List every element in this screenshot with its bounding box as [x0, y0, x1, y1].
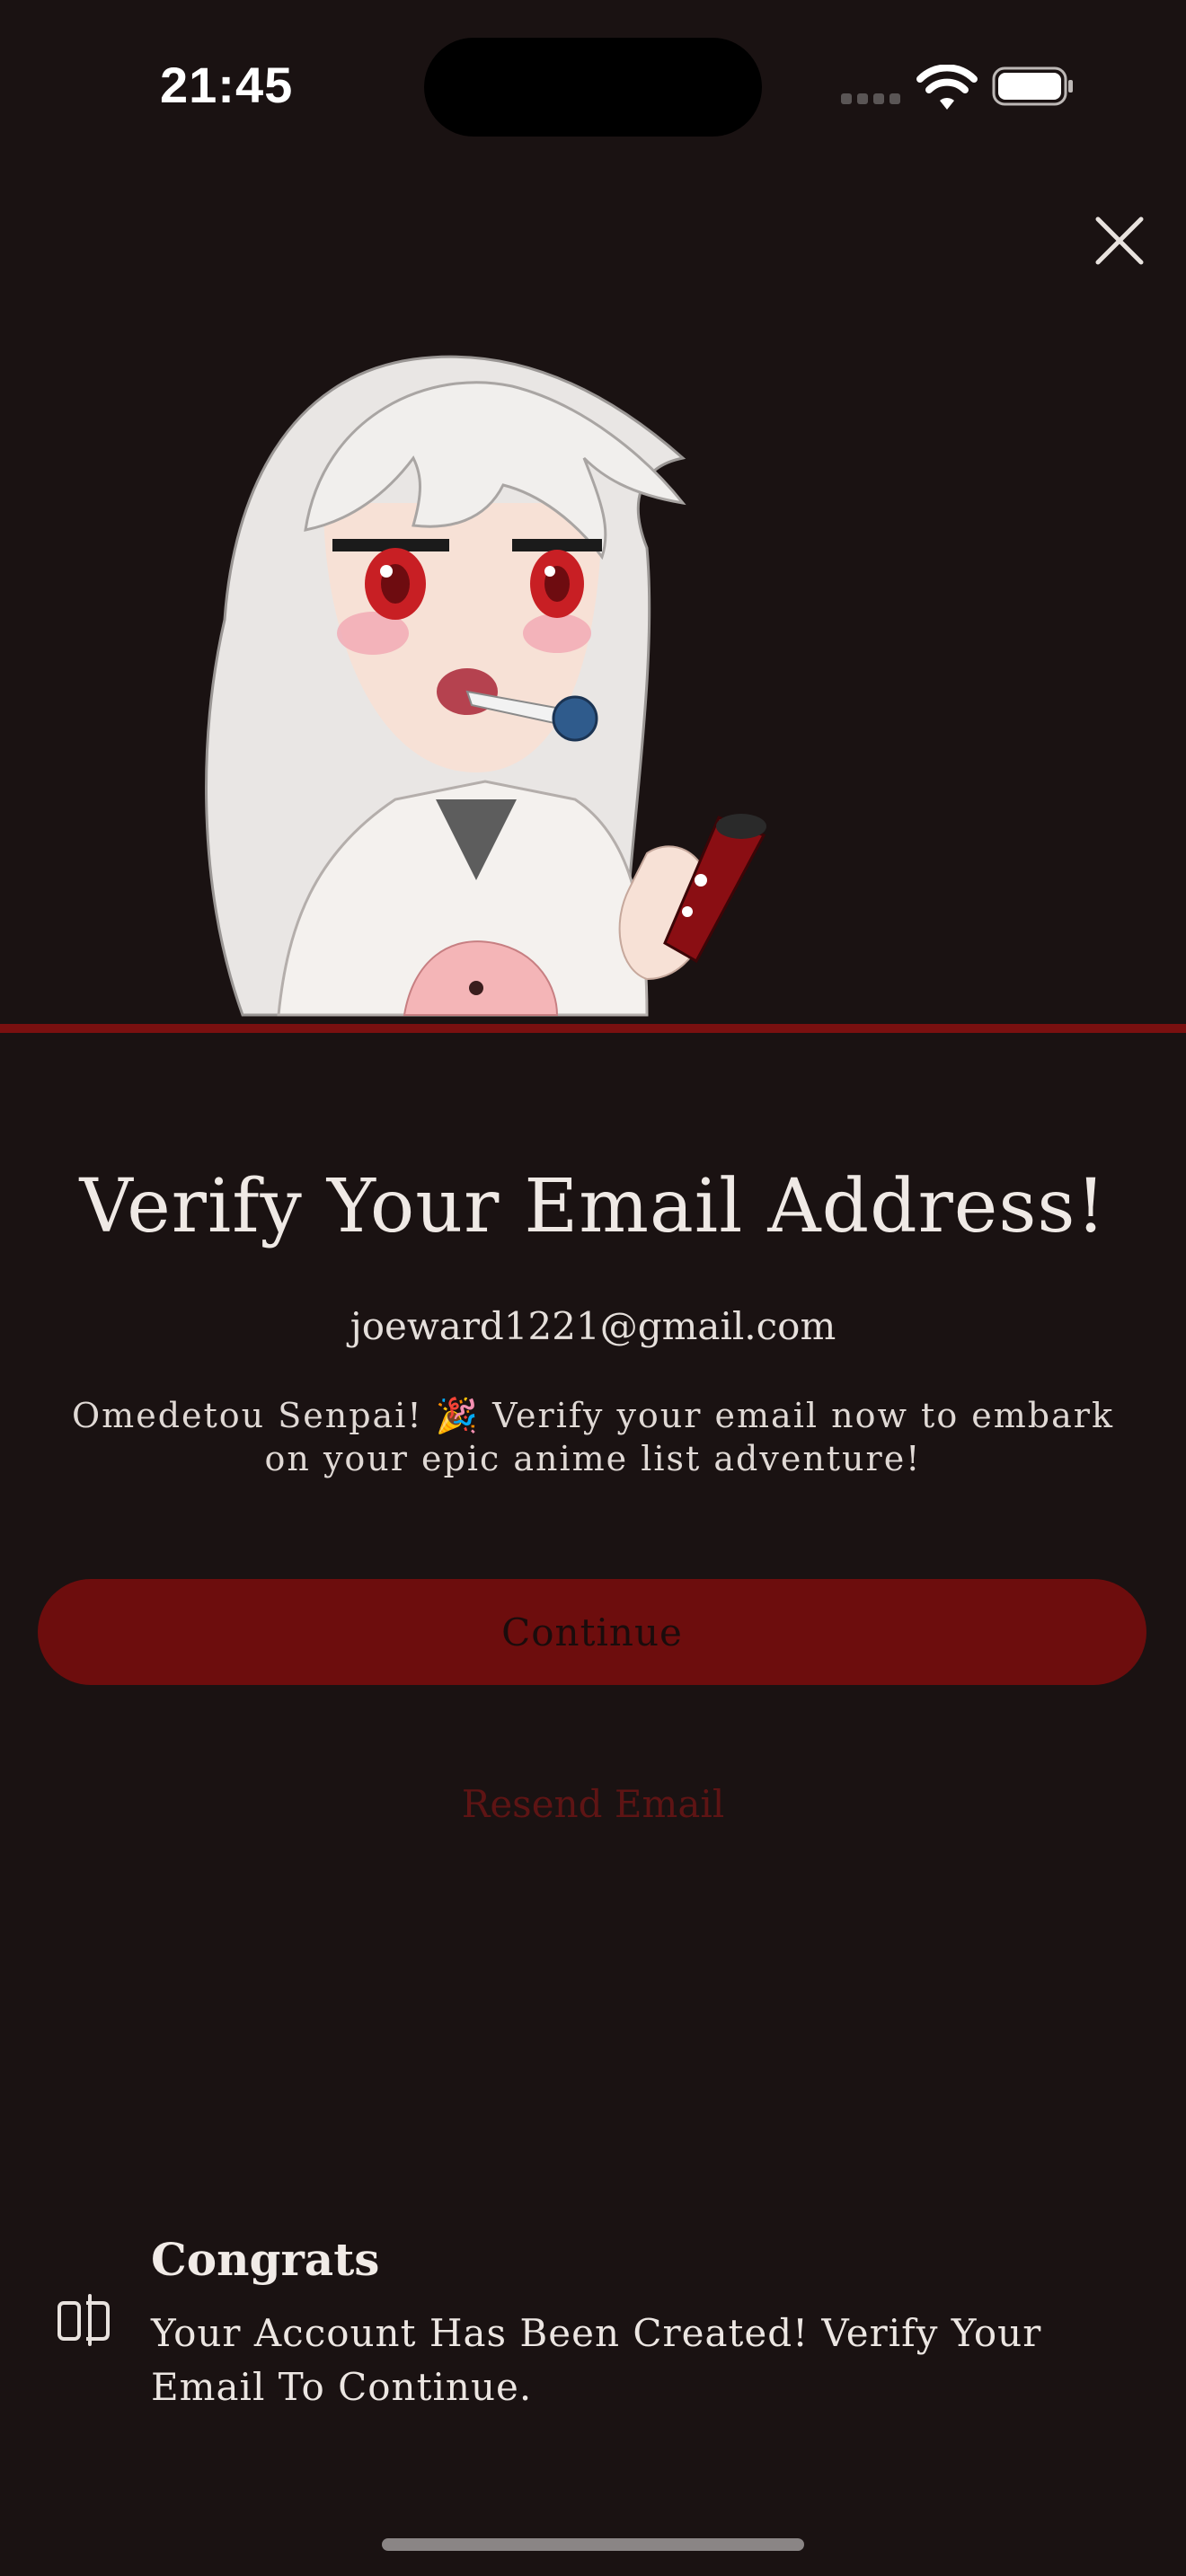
toast-icon	[58, 2294, 110, 2346]
continue-button[interactable]: Continue	[38, 1579, 1146, 1685]
wifi-icon	[916, 65, 978, 110]
toast-title: Congrats	[151, 2233, 380, 2286]
anime-girl-illustration	[205, 355, 766, 1017]
page-title: Verify Your Email Address!	[79, 1164, 1107, 1249]
resend-email-link[interactable]: Resend Email	[0, 1782, 1186, 1826]
battery-icon	[992, 66, 1073, 106]
signal-icon	[841, 93, 902, 104]
toast-message: Your Account Has Been Created! Verify Yo…	[151, 2311, 1042, 2409]
email-address: joeward1221@gmail.com	[350, 1304, 836, 1348]
close-icon[interactable]	[1094, 216, 1145, 266]
status-time: 21:45	[160, 57, 294, 113]
dynamic-island	[424, 38, 762, 137]
subtitle-text: Omedetou Senpai! 🎉 Verify your email now…	[72, 1396, 1114, 1478]
home-indicator[interactable]	[382, 2538, 804, 2551]
header-divider	[0, 1024, 1186, 1033]
